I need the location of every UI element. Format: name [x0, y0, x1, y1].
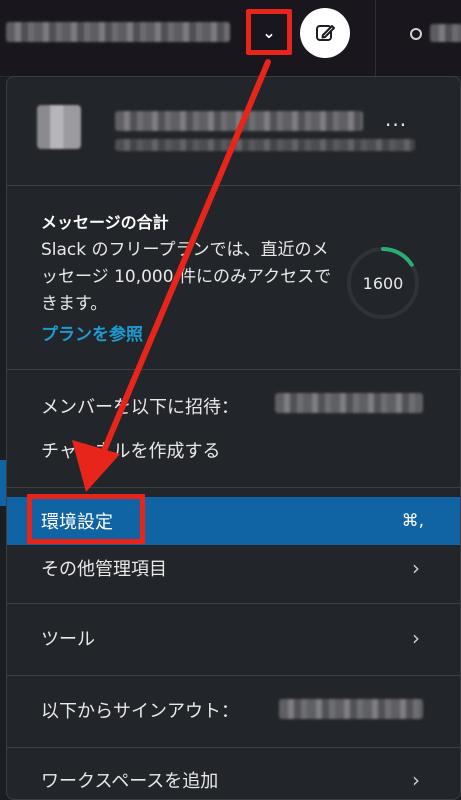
usage-count: 1600: [362, 273, 404, 293]
chevron-down-icon: ⌄: [262, 22, 276, 42]
header-divider: [375, 0, 376, 76]
status-circle-icon[interactable]: [410, 28, 422, 40]
compose-button[interactable]: [300, 8, 350, 58]
menu-divider: [7, 675, 460, 676]
preferences-highlight-box: [27, 494, 145, 544]
workspace-dropdown-menu: ··· メッセージの合計 Slack のフリープランでは、直近のメッセージ 10…: [6, 76, 461, 800]
more-options-icon[interactable]: ···: [385, 113, 407, 137]
menu-divider: [7, 603, 460, 604]
admin-tools-item[interactable]: その他管理項目 ›: [7, 541, 460, 595]
workspace-menu-button[interactable]: ⌄: [246, 9, 292, 55]
chevron-right-icon: ›: [412, 626, 420, 650]
create-channel-label: チャンネルを作成する: [41, 441, 221, 462]
sidebar-selection-strip: [0, 460, 6, 506]
usage-description: Slack のフリープランでは、直近のメッセージ 10,000 件にのみアクセス…: [41, 240, 332, 314]
compose-icon: [316, 25, 335, 41]
tools-item[interactable]: ツール ›: [7, 611, 460, 665]
add-workspace-label: ワークスペースを追加: [41, 771, 219, 792]
tools-label: ツール: [41, 629, 95, 650]
invite-members-label: メンバーを以下に招待：: [41, 397, 239, 418]
workspace-header: ⌄: [0, 0, 461, 77]
usage-title: メッセージの合計: [41, 213, 169, 232]
user-name-redacted: [430, 24, 461, 42]
workspace-title-redacted: [115, 111, 363, 131]
workspace-name-redacted[interactable]: [6, 22, 230, 42]
sign-out-label: 以下からサインアウト：: [41, 701, 239, 722]
chevron-right-icon: ›: [412, 768, 420, 792]
add-workspace-item[interactable]: ワークスペースを追加 ›: [7, 753, 460, 799]
invite-workspace-redacted: [275, 393, 423, 413]
create-channel-item[interactable]: チャンネルを作成する: [7, 423, 460, 477]
menu-divider: [7, 185, 460, 186]
admin-tools-label: その他管理項目: [41, 559, 167, 580]
workspace-avatar: [37, 105, 81, 149]
sign-out-workspace-redacted: [279, 699, 423, 719]
workspace-url-redacted: [115, 139, 415, 151]
chevron-right-icon: ›: [412, 556, 420, 580]
preferences-shortcut: ⌘,: [401, 511, 424, 531]
menu-divider: [7, 369, 460, 370]
view-plans-link[interactable]: プランを参照: [41, 320, 143, 345]
menu-divider: [7, 747, 460, 748]
menu-divider: [7, 487, 460, 488]
